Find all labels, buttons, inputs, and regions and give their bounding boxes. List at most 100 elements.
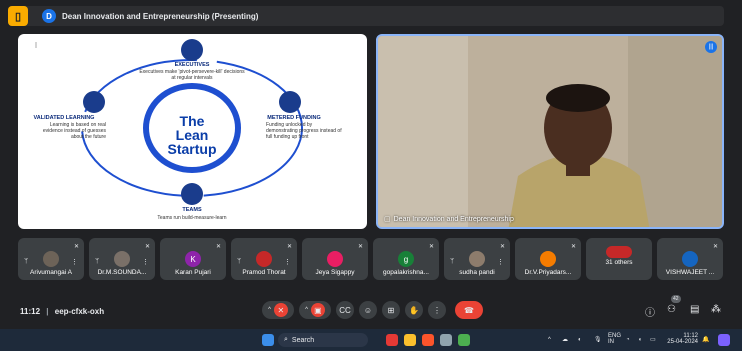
mic-off-icon: ✕ xyxy=(273,303,288,317)
settings-icon[interactable] xyxy=(440,334,452,346)
mic-off-icon: ✕ xyxy=(73,244,79,250)
chat-icon: ▤ xyxy=(690,304,700,315)
notifications-icon[interactable]: 🔔 xyxy=(702,337,709,343)
windows-taskbar xyxy=(0,329,742,351)
avatar xyxy=(43,251,59,267)
clock[interactable]: 11:12 25-04-2024 xyxy=(662,333,698,345)
participant-tile[interactable]: ✕ Jeya Sigappy xyxy=(302,238,368,280)
brave-browser-icon[interactable] xyxy=(422,334,434,346)
info-button[interactable]: ⓘ xyxy=(645,304,655,319)
chevron-up-icon[interactable]: ^ xyxy=(548,337,551,343)
avatar xyxy=(469,251,485,267)
captions-button[interactable]: CC xyxy=(336,301,354,319)
validated-text: Learning is based on real evidence inste… xyxy=(42,122,106,140)
info-icon: ⓘ xyxy=(645,308,655,319)
battery-icon[interactable]: ▭ xyxy=(650,337,656,343)
meet-presentation-icon[interactable]: ▯ xyxy=(8,6,28,26)
search-label: Search xyxy=(291,336,315,344)
mic-off-icon: ✕ xyxy=(357,244,363,250)
mic-off-icon: ✕ xyxy=(215,244,221,250)
participant-tile[interactable]: ✕ VISHWAJEET ... xyxy=(657,238,723,280)
participant-tile[interactable]: ✕ ᛘ ⋮ Arivumangai A xyxy=(18,238,84,280)
mic-off-icon: ✕ xyxy=(428,244,434,250)
mic-off-icon: ✕ xyxy=(144,244,150,250)
avatar: K xyxy=(185,251,201,267)
language-indicator[interactable]: ENG IN xyxy=(608,333,621,345)
top-bar: ▯ D Dean Innovation and Entrepreneurship… xyxy=(8,6,724,26)
camera-toggle-button[interactable]: ^ ▣ xyxy=(299,301,331,319)
executives-heading: EXECUTIVES xyxy=(174,62,210,68)
presenter-video[interactable]: ||| ▢ Dean Innovation and Entrepreneursh… xyxy=(376,34,724,229)
raise-hand-button[interactable]: ✋ xyxy=(405,301,423,319)
mic-off-icon: ✕ xyxy=(499,244,505,250)
file-explorer-icon[interactable] xyxy=(404,334,416,346)
lean-startup-title: The Lean Startup xyxy=(150,114,234,156)
captions-icon: CC xyxy=(339,305,351,315)
participant-tile[interactable]: ✕ ᛘ ⋮ Pramod Thorat xyxy=(231,238,297,280)
more-options-icon[interactable]: ⋮ xyxy=(284,258,291,266)
participant-tile[interactable]: ✕ Dr.V.Priyadars... xyxy=(515,238,581,280)
more-options-icon[interactable]: ⋮ xyxy=(142,258,149,266)
taskbar-search[interactable]: ⌕ Search xyxy=(278,333,368,347)
emoji-icon: ☺ xyxy=(363,305,373,315)
participant-tile[interactable]: ✕ K Karan Pujari xyxy=(160,238,226,280)
participant-name: VISHWAJEET ... xyxy=(665,269,715,276)
lean-line-1: The xyxy=(179,113,205,129)
presenter-photo xyxy=(378,36,722,227)
speaking-indicator-icon: ||| xyxy=(705,41,717,53)
participant-name: gopalakrishna... xyxy=(383,269,429,276)
windows-start-icon[interactable] xyxy=(262,334,274,346)
more-options-icon[interactable]: ⋮ xyxy=(71,258,78,266)
more-button[interactable]: ⋮ xyxy=(428,301,446,319)
tray-app-icon[interactable]: ◐ xyxy=(578,337,582,343)
copilot-icon[interactable] xyxy=(718,334,730,346)
others-tile[interactable]: 31 others xyxy=(586,238,652,280)
chevron-up-icon: ^ xyxy=(268,307,271,313)
mic-toggle-button[interactable]: ^ ✕ xyxy=(262,301,294,319)
pin-icon[interactable]: ᛘ xyxy=(237,258,241,265)
participant-tile[interactable]: ✕ g gopalakrishna... xyxy=(373,238,439,280)
raise-hand-icon: ✋ xyxy=(409,305,419,315)
teams-heading: TEAMS xyxy=(182,207,202,213)
metered-heading: METERED FUNDING xyxy=(267,115,321,121)
participant-name: Karan Pujari xyxy=(175,269,211,276)
pin-icon[interactable]: ᛘ xyxy=(450,258,454,265)
participant-name: Arivumangai A xyxy=(30,269,72,276)
avatar xyxy=(327,251,343,267)
pin-icon: ▢ xyxy=(384,216,391,223)
metered-text: Funding unlocked by demonstrating progre… xyxy=(266,122,342,140)
participant-tile[interactable]: ✕ ᛘ ⋮ sudha pandi xyxy=(444,238,510,280)
group-avatar-icon xyxy=(606,246,632,258)
people-button[interactable]: ⚇ 42 xyxy=(667,295,681,315)
wifi-icon[interactable]: ◔ xyxy=(626,337,630,343)
chrome-icon[interactable] xyxy=(458,334,470,346)
meeting-code: eep-cfxk-oxh xyxy=(54,307,105,316)
volume-icon[interactable]: ◖ xyxy=(638,337,642,343)
meeting-time: 11:12 xyxy=(20,307,41,316)
chevron-up-icon: ^ xyxy=(305,307,308,313)
end-call-button[interactable]: ☎ xyxy=(455,301,483,319)
chat-button[interactable]: ▤ xyxy=(690,304,699,315)
lean-line-2: Lean xyxy=(175,127,209,143)
participant-name: Dr.V.Priyadars... xyxy=(524,269,572,276)
mic-off-icon: ✕ xyxy=(570,244,576,250)
mic-off-icon: ✕ xyxy=(286,244,292,250)
emoji-button[interactable]: ☺ xyxy=(359,301,377,319)
pin-icon[interactable]: ᛘ xyxy=(24,258,28,265)
participant-tile[interactable]: ✕ ᛘ ⋮ Dr.M.SOUNDA... xyxy=(89,238,155,280)
avatar xyxy=(540,251,556,267)
executives-text: Executives make 'pivot-persevere-kill' d… xyxy=(139,69,245,81)
present-button[interactable]: ⊞ xyxy=(382,301,400,319)
activities-button[interactable]: ⁂ xyxy=(711,304,721,315)
separator: | xyxy=(46,307,49,316)
people-icon: ⚇ xyxy=(667,304,676,315)
mic-off-icon: ✕ xyxy=(712,244,718,250)
meeting-info: 11:12 | eep-cfxk-oxh xyxy=(20,307,104,316)
more-options-icon[interactable]: ⋮ xyxy=(497,258,504,266)
presenting-title: Dean Innovation and Entrepreneurship (Pr… xyxy=(62,11,259,21)
presenter-name-label: ▢ Dean Innovation and Entrepreneurship xyxy=(384,215,514,224)
youtube-icon[interactable] xyxy=(386,334,398,346)
pin-icon[interactable]: ᛘ xyxy=(95,258,99,265)
avatar: g xyxy=(398,251,414,267)
avatar xyxy=(256,251,272,267)
